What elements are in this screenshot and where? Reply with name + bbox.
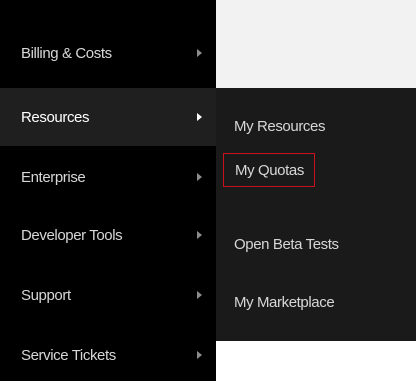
page-header-area <box>216 0 416 88</box>
menu-item-enterprise[interactable]: Enterprise <box>0 148 216 206</box>
submenu-item-my-marketplace[interactable]: My Marketplace <box>234 290 335 314</box>
chevron-right-icon <box>197 231 202 239</box>
menu-item-label: Developer Tools <box>21 226 123 244</box>
chevron-right-icon <box>197 351 202 359</box>
menu-item-label: Enterprise <box>21 168 86 186</box>
menu-item-label: Billing & Costs <box>21 44 112 62</box>
chevron-right-icon <box>197 291 202 299</box>
left-navigation-menu: Billing & Costs Resources Enterprise Dev… <box>0 0 216 381</box>
resources-submenu: My Resources My Quotas Open Beta Tests M… <box>216 88 416 341</box>
chevron-right-icon <box>197 113 202 121</box>
chevron-right-icon <box>197 49 202 57</box>
console-page: Billing & Costs Resources Enterprise Dev… <box>0 0 416 381</box>
page-content-area <box>216 341 416 381</box>
menu-item-label: Resources <box>21 108 90 126</box>
menu-item-service-tickets[interactable]: Service Tickets <box>0 326 216 381</box>
submenu-item-my-quotas[interactable]: My Quotas <box>223 153 315 187</box>
menu-item-label: Service Tickets <box>21 346 116 364</box>
menu-item-label: Support <box>21 286 71 304</box>
menu-item-billing-costs[interactable]: Billing & Costs <box>0 24 216 82</box>
chevron-right-icon <box>197 173 202 181</box>
submenu-item-my-resources[interactable]: My Resources <box>234 114 325 138</box>
menu-item-developer-tools[interactable]: Developer Tools <box>0 206 216 264</box>
menu-item-support[interactable]: Support <box>0 266 216 324</box>
menu-item-resources[interactable]: Resources <box>0 88 216 146</box>
submenu-item-open-beta-tests[interactable]: Open Beta Tests <box>234 232 339 256</box>
